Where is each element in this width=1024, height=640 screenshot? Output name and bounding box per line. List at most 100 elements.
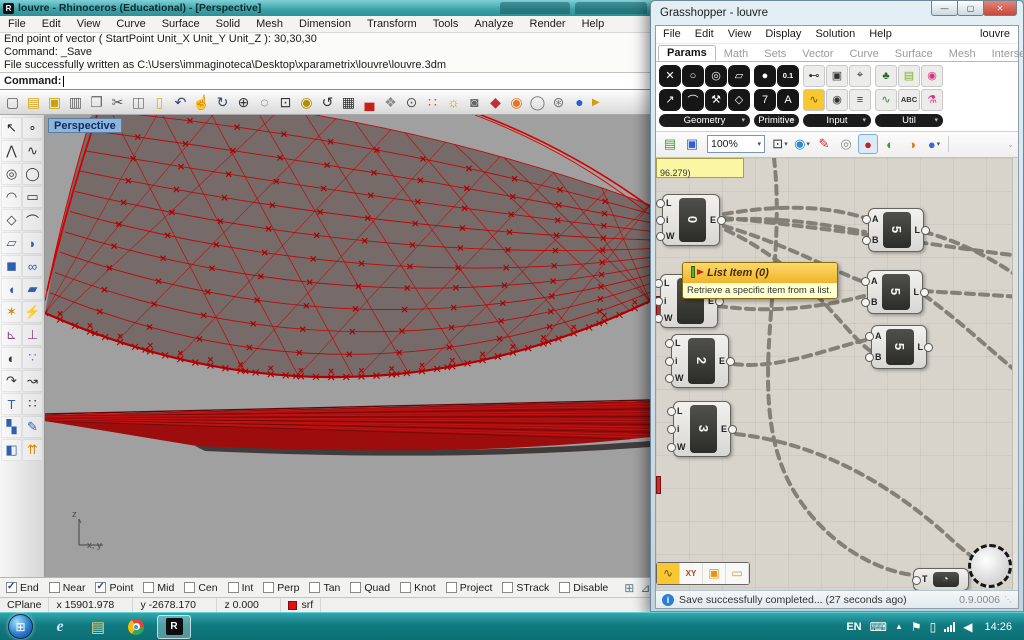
surface-tool[interactable]: ▱	[1, 232, 22, 254]
ball-blue-icon[interactable]: ●▾	[924, 134, 944, 154]
checkbox[interactable]	[95, 582, 106, 593]
gh-menu-help[interactable]: Help	[862, 28, 899, 40]
move-icon[interactable]: ❖	[380, 92, 401, 113]
param-boolean-icon[interactable]: ●	[754, 65, 776, 87]
osnap-3[interactable]: Mid	[143, 582, 174, 594]
taskbar-rhino-icon[interactable]: R	[157, 615, 191, 639]
toolbar-options-icon[interactable]: ⌄	[1007, 140, 1014, 149]
control-points-tool[interactable]: ∷	[22, 393, 43, 415]
torus-tool[interactable]: ◖	[1, 278, 22, 300]
checkbox[interactable]	[502, 582, 513, 593]
open-file-icon[interactable]: ▤	[23, 92, 44, 113]
solid-edit-tool[interactable]: ◧	[1, 439, 22, 461]
node-shift-1[interactable]: AB 5 L	[867, 270, 923, 314]
tab-mesh[interactable]: Mesh	[941, 47, 984, 61]
cut-icon[interactable]: ✂	[107, 92, 128, 113]
menu-file[interactable]: File	[0, 18, 34, 30]
chamfer-tool[interactable]: ⊥	[22, 324, 43, 346]
lock-icon[interactable]: ◙	[464, 92, 485, 113]
taskbar-chrome-icon[interactable]	[119, 615, 153, 639]
tab-surface[interactable]: Surface	[887, 47, 941, 61]
select-tool[interactable]: ↖	[1, 117, 22, 139]
text-tool[interactable]: T	[1, 393, 22, 415]
taskbar-ie-icon[interactable]: e	[43, 615, 77, 639]
zoom-extents-icon[interactable]: ↺	[317, 92, 338, 113]
gh-menu-view[interactable]: View	[721, 28, 759, 40]
checkbox[interactable]	[143, 582, 154, 593]
osnap-5[interactable]: Int	[228, 582, 254, 594]
start-button[interactable]: ⊞	[8, 614, 33, 639]
patch-tool[interactable]: ▰	[22, 278, 43, 300]
param-text-icon[interactable]: A	[777, 89, 799, 111]
lamp-icon[interactable]: ☼	[443, 92, 464, 113]
point-tool[interactable]: ∘	[22, 117, 43, 139]
osnap-8[interactable]: Quad	[350, 582, 390, 594]
new-file-icon[interactable]: ▢	[2, 92, 23, 113]
point-cloud-tool[interactable]: ∵	[22, 347, 43, 369]
group-label[interactable]: Primitive▾	[754, 114, 799, 127]
cplane-pane[interactable]: CPlane	[0, 598, 49, 612]
node-list-item-3[interactable]: LiW 3 E	[673, 401, 731, 457]
node-shift-2[interactable]: AB 5 L	[871, 325, 927, 369]
print-icon[interactable]: ▥	[65, 92, 86, 113]
boolean-tool[interactable]: ✶	[1, 301, 22, 323]
chart-icon[interactable]: ∿	[875, 89, 897, 111]
group-label[interactable]: Util▾	[875, 114, 943, 127]
mouse-icon[interactable]: ◐	[880, 134, 900, 154]
color-wheel-icon[interactable]: ◉	[506, 92, 527, 113]
menu-dimension[interactable]: Dimension	[291, 18, 359, 30]
param-vector-icon[interactable]: ↗	[659, 89, 681, 111]
export-icon[interactable]: ❐	[86, 92, 107, 113]
osnap-9[interactable]: Knot	[400, 582, 436, 594]
xy-plane-widget-icon[interactable]: XY	[680, 563, 703, 584]
sphere-pink-icon[interactable]: ◉	[921, 65, 943, 87]
tab-curve[interactable]: Curve	[841, 47, 886, 61]
osnap-6[interactable]: Perp	[263, 582, 299, 594]
menu-surface[interactable]: Surface	[154, 18, 208, 30]
save-icon[interactable]: ▣	[44, 92, 65, 113]
cplane-icon[interactable]: ⊙	[401, 92, 422, 113]
gh-open-icon[interactable]: ▤	[660, 134, 680, 154]
toolbar-overflow-icon[interactable]: ▶	[592, 97, 600, 108]
osnap-1[interactable]: Near	[49, 582, 86, 594]
canvas-compass[interactable]	[968, 544, 1012, 588]
pan-icon[interactable]: ☝	[191, 92, 212, 113]
param-circle-icon[interactable]: ○	[682, 65, 704, 87]
close-button[interactable]: ✕	[983, 1, 1017, 16]
smarttrack-icon[interactable]: ⊞	[624, 581, 634, 595]
render-icon[interactable]: ▄	[359, 92, 380, 113]
group-label[interactable]: Input▾	[803, 114, 871, 127]
plane-edit-tool[interactable]: ✎	[22, 416, 43, 438]
dropdown-arrow[interactable]: ▾	[784, 140, 788, 148]
gradient-icon[interactable]: ▤	[898, 65, 920, 87]
rectangle-tool[interactable]: ▭	[22, 186, 43, 208]
node-core[interactable]: 2	[688, 338, 715, 384]
param-plane-icon[interactable]: ▱	[728, 65, 750, 87]
checkbox[interactable]	[49, 582, 60, 593]
minimize-button[interactable]: —	[931, 1, 958, 16]
wireframe-preview-icon[interactable]: ◎	[836, 134, 856, 154]
point-grid-icon[interactable]: ∷	[422, 92, 443, 113]
blend-tool[interactable]: ↝	[22, 370, 43, 392]
network-icon[interactable]	[944, 622, 955, 632]
menu-solid[interactable]: Solid	[208, 18, 248, 30]
param-spiral-icon[interactable]: ◎	[705, 65, 727, 87]
gh-menu-file[interactable]: File	[656, 28, 688, 40]
boolean-ops-tool[interactable]: ◐	[1, 347, 22, 369]
node-list-item-2[interactable]: LiW 2 E	[671, 334, 729, 388]
zoom-dynamic-icon[interactable]: ◌	[254, 92, 275, 113]
canvas-scrollbar[interactable]	[1012, 158, 1018, 590]
param-null-icon[interactable]: ✕	[659, 65, 681, 87]
tab-intersect[interactable]: Intersect	[984, 47, 1024, 61]
checkbox[interactable]	[350, 582, 361, 593]
freeform-tool[interactable]: ⌒	[22, 209, 43, 231]
menu-tools[interactable]: Tools	[425, 18, 467, 30]
graph-widget-icon[interactable]: ∿	[657, 563, 680, 584]
param-curve-icon[interactable]: ⌒	[682, 89, 704, 111]
checkbox[interactable]	[309, 582, 320, 593]
checkbox[interactable]	[559, 582, 570, 593]
zoom-window-icon[interactable]: ⊡	[275, 92, 296, 113]
clock[interactable]: 14:26	[984, 621, 1012, 633]
grasshopper-canvas[interactable]: 96.279) LiW 0 E LiW E LiW 2 E LiW 3	[656, 158, 1018, 590]
explode-tool[interactable]: ⚡	[22, 301, 43, 323]
